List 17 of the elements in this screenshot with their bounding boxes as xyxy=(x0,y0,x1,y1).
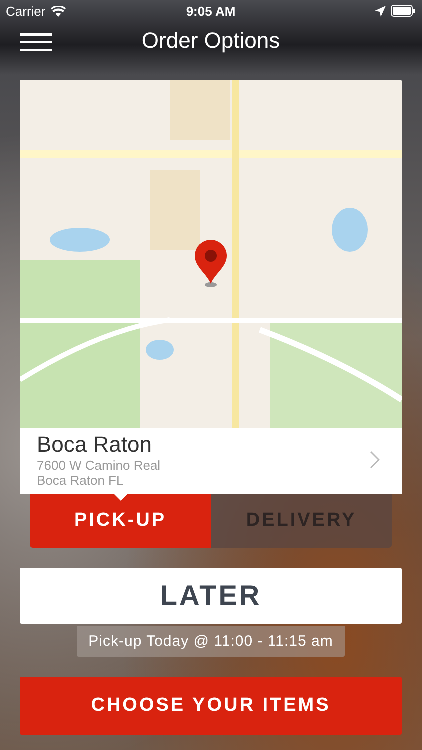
choose-items-button[interactable]: CHOOSE YOUR ITEMS xyxy=(20,677,402,735)
carrier-label: Carrier xyxy=(6,4,46,18)
pickup-time-note: Pick-up Today @ 11:00 - 11:15 am xyxy=(76,626,346,657)
menu-button[interactable] xyxy=(20,33,52,51)
later-button[interactable]: LATER xyxy=(20,568,402,624)
location-arrow-icon xyxy=(375,6,386,16)
pointer-notch-icon xyxy=(114,494,128,501)
location-name: Boca Raton xyxy=(37,432,153,458)
battery-icon xyxy=(391,5,416,17)
page-title: Order Options xyxy=(142,28,280,54)
address-line: Boca Raton FL xyxy=(37,473,125,488)
address-line: 7600 W Camino Real xyxy=(37,458,161,473)
wifi-icon xyxy=(50,6,66,16)
status-time: 9:05 AM xyxy=(186,4,236,18)
mode-tab[interactable]: PICK-UP xyxy=(30,494,211,548)
map-pin-icon xyxy=(194,240,228,288)
chevron-right-icon xyxy=(370,451,380,469)
